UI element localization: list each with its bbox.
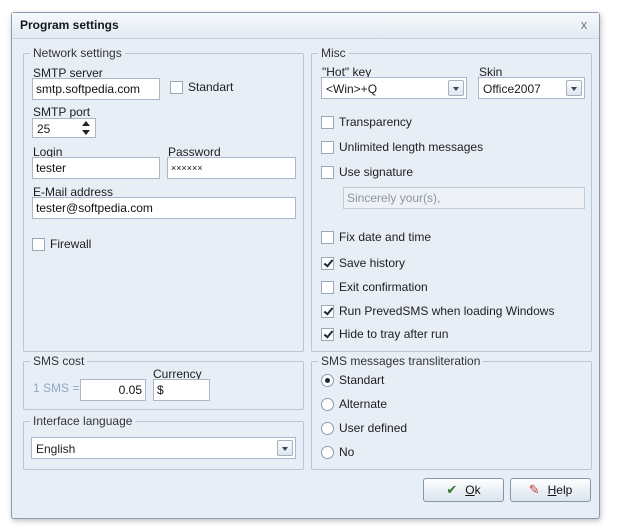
transparency-checkbox-label: Transparency (339, 115, 412, 129)
program-settings-dialog: Program settings x Network settings SMTP… (11, 12, 600, 519)
signature-input[interactable]: Sincerely your(s), (343, 187, 585, 209)
one-sms-label: 1 SMS = (33, 381, 80, 395)
email-input[interactable]: tester@softpedia.com (32, 197, 296, 219)
use-signature-checkbox[interactable]: Use signature (321, 165, 413, 179)
translit-standart-radio[interactable]: Standart (321, 373, 384, 387)
use-signature-checkbox-label: Use signature (339, 165, 414, 179)
transparency-checkbox[interactable]: Transparency (321, 115, 412, 129)
smtp-port-value: 25 (37, 122, 51, 136)
chevron-down-icon[interactable] (448, 80, 464, 96)
fix-date-checkbox-label: Fix date and time (339, 230, 432, 244)
exit-confirmation-checkbox[interactable]: Exit confirmation (321, 280, 428, 294)
translit-no-radio[interactable]: No (321, 445, 354, 459)
misc-legend: Misc (321, 46, 346, 60)
help-button-label: Help (547, 483, 573, 497)
spin-up-icon[interactable] (82, 120, 91, 128)
save-history-checkbox-label: Save history (339, 256, 406, 270)
title-bar: Program settings x (12, 13, 599, 39)
radio-selected-icon[interactable] (321, 373, 334, 387)
standart-checkbox-box[interactable] (170, 80, 183, 94)
smtp-port-label: SMTP port (33, 105, 91, 119)
transparency-checkbox-box[interactable] (321, 115, 334, 129)
translit-no-label: No (339, 445, 355, 459)
hide-to-tray-checkbox-label: Hide to tray after run (339, 327, 449, 341)
translit-user-defined-label: User defined (339, 421, 408, 435)
hotkey-value: <Win>+Q (326, 82, 378, 96)
firewall-checkbox-box[interactable] (32, 237, 45, 251)
run-on-startup-checkbox-label: Run PrevedSMS when loading Windows (339, 304, 555, 318)
login-input[interactable]: tester (32, 157, 160, 179)
use-signature-checkbox-box[interactable] (321, 165, 334, 179)
interface-language-legend: Interface language (33, 414, 133, 428)
checkmark-icon: ✔ (446, 482, 458, 497)
help-book-icon: ✎ (528, 482, 540, 497)
radio-icon[interactable] (321, 397, 334, 411)
radio-icon[interactable] (321, 421, 334, 435)
currency-input[interactable]: $ (153, 379, 210, 401)
hide-to-tray-checkbox-box[interactable] (321, 327, 334, 341)
chevron-down-icon[interactable] (566, 80, 582, 96)
close-icon[interactable]: x (575, 16, 593, 34)
radio-icon[interactable] (321, 445, 334, 459)
translit-alternate-radio[interactable]: Alternate (321, 397, 387, 411)
translit-alternate-label: Alternate (339, 397, 388, 411)
spin-down-icon[interactable] (82, 129, 91, 137)
dialog-title: Program settings (20, 18, 119, 32)
smtp-port-stepper[interactable]: 25 (32, 118, 96, 138)
fix-date-checkbox[interactable]: Fix date and time (321, 230, 431, 244)
save-history-checkbox[interactable]: Save history (321, 256, 405, 270)
unlimited-length-checkbox[interactable]: Unlimited length messages (321, 140, 483, 154)
network-settings-legend: Network settings (33, 46, 122, 60)
run-on-startup-checkbox-box[interactable] (321, 304, 334, 318)
hide-to-tray-checkbox[interactable]: Hide to tray after run (321, 327, 448, 341)
ok-button[interactable]: ✔ Ok (423, 478, 504, 502)
unlimited-length-checkbox-label: Unlimited length messages (339, 140, 484, 154)
chevron-down-icon[interactable] (277, 440, 293, 456)
standart-checkbox[interactable]: Standart (170, 80, 233, 94)
exit-confirmation-checkbox-box[interactable] (321, 280, 334, 294)
password-input[interactable]: ×××××× (167, 157, 296, 179)
language-value: English (36, 442, 76, 456)
translit-standart-label: Standart (339, 373, 385, 387)
skin-select[interactable]: Office2007 (478, 77, 585, 99)
hotkey-select[interactable]: <Win>+Q (321, 77, 467, 99)
ok-button-label: Ok (465, 483, 481, 497)
firewall-checkbox[interactable]: Firewall (32, 237, 91, 251)
smtp-server-input[interactable]: smtp.softpedia.com (32, 78, 160, 100)
unlimited-length-checkbox-box[interactable] (321, 140, 334, 154)
standart-checkbox-label: Standart (188, 80, 234, 94)
run-on-startup-checkbox[interactable]: Run PrevedSMS when loading Windows (321, 304, 554, 318)
exit-confirmation-checkbox-label: Exit confirmation (339, 280, 428, 294)
fix-date-checkbox-box[interactable] (321, 230, 334, 244)
sms-cost-legend: SMS cost (33, 354, 85, 368)
help-button[interactable]: ✎ Help (510, 478, 591, 502)
transliteration-legend: SMS messages transliteration (321, 354, 481, 368)
firewall-checkbox-label: Firewall (50, 237, 92, 251)
language-select[interactable]: English (31, 437, 296, 459)
save-history-checkbox-box[interactable] (321, 256, 334, 270)
skin-value: Office2007 (483, 82, 541, 96)
sms-cost-input[interactable]: 0.05 (80, 379, 146, 401)
translit-user-defined-radio[interactable]: User defined (321, 421, 407, 435)
